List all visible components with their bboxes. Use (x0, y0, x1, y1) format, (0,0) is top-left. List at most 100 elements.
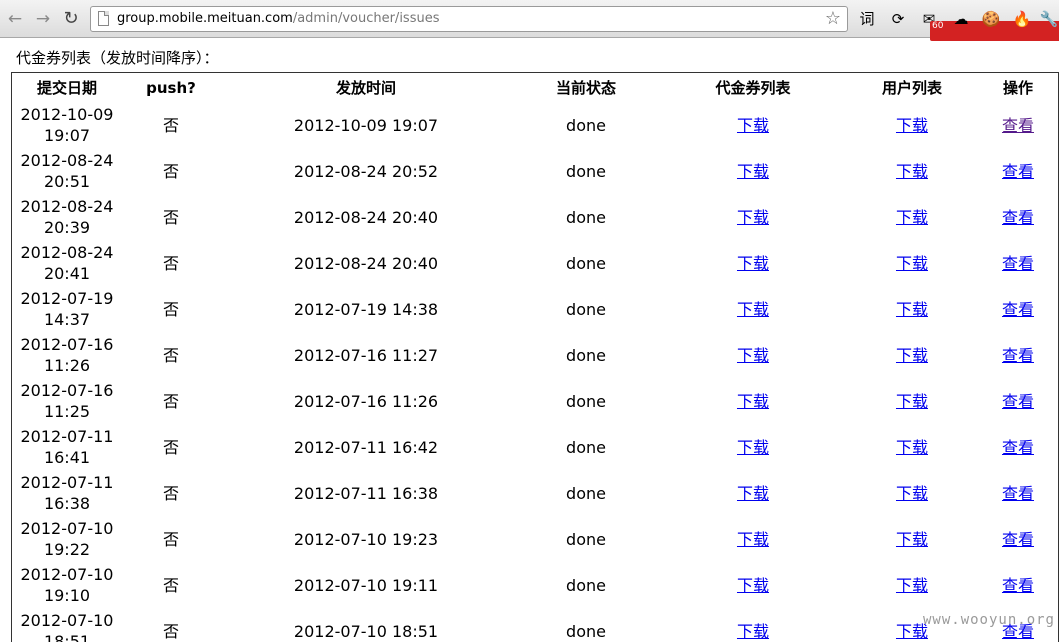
user-list-download-link[interactable]: 下载 (896, 484, 928, 503)
view-link[interactable]: 查看 (1002, 576, 1034, 595)
view-cell: 查看 (981, 424, 1055, 470)
table-row: 2012-08-2420:39否2012-08-24 20:40done下载下载… (15, 194, 1055, 240)
back-arrow-icon[interactable]: ← (4, 8, 26, 30)
voucher-list-download-link[interactable]: 下载 (737, 300, 769, 319)
url-text[interactable]: group.mobile.meituan.com/admin/voucher/i… (117, 11, 439, 26)
user-list-download-link[interactable]: 下载 (896, 116, 928, 135)
view-link[interactable]: 查看 (1002, 484, 1034, 503)
translate-ext-icon[interactable]: 词 (856, 8, 878, 30)
voucher-list-download-link[interactable]: 下载 (737, 392, 769, 411)
status-cell: done (509, 608, 663, 642)
status-cell: done (509, 332, 663, 378)
submit-date-cell: 2012-08-2420:41 (15, 240, 119, 286)
user-list-download-link[interactable]: 下载 (896, 162, 928, 181)
submit-date: 2012-07-10 (21, 611, 114, 630)
voucher-list-download-link[interactable]: 下载 (737, 438, 769, 457)
user-list-download-link[interactable]: 下载 (896, 438, 928, 457)
view-link[interactable]: 查看 (1002, 530, 1034, 549)
submit-time: 11:25 (44, 402, 90, 421)
view-link[interactable]: 查看 (1002, 162, 1034, 181)
submit-date: 2012-07-11 (21, 427, 114, 446)
submit-date-cell: 2012-07-1116:38 (15, 470, 119, 516)
column-header: 用户列表 (843, 73, 981, 102)
user-list-download-cell: 下载 (843, 194, 981, 240)
cookie-ext-icon[interactable]: 🍪 (980, 8, 1002, 30)
view-cell: 查看 (981, 332, 1055, 378)
status-cell: done (509, 562, 663, 608)
status-cell: done (509, 470, 663, 516)
user-list-download-link[interactable]: 下载 (896, 530, 928, 549)
submit-time: 19:10 (44, 586, 90, 605)
bookmark-star-icon[interactable]: ☆ (825, 8, 841, 29)
url-path: /admin/voucher/issues (293, 11, 440, 26)
voucher-list-download-cell: 下载 (663, 240, 843, 286)
submit-date: 2012-07-10 (21, 565, 114, 584)
view-link[interactable]: 查看 (1002, 208, 1034, 227)
voucher-list-download-link[interactable]: 下载 (737, 116, 769, 135)
submit-time: 19:22 (44, 540, 90, 559)
cloud-ext-icon[interactable]: ☁ (950, 8, 972, 30)
voucher-list-download-link[interactable]: 下载 (737, 530, 769, 549)
push-cell: 否 (119, 562, 223, 608)
user-list-download-link[interactable]: 下载 (896, 346, 928, 365)
user-list-download-link[interactable]: 下载 (896, 576, 928, 595)
table-header-row: 提交日期push?发放时间当前状态代金券列表用户列表操作 (15, 73, 1055, 102)
voucher-table: 提交日期push?发放时间当前状态代金券列表用户列表操作 2012-10-091… (15, 73, 1055, 642)
submit-time: 20:39 (44, 218, 90, 237)
voucher-list-download-link[interactable]: 下载 (737, 622, 769, 641)
view-link[interactable]: 查看 (1002, 254, 1034, 273)
status-cell: done (509, 378, 663, 424)
issue-time-cell: 2012-08-24 20:40 (223, 194, 509, 240)
voucher-list-download-cell: 下载 (663, 378, 843, 424)
view-link[interactable]: 查看 (1002, 438, 1034, 457)
sync-ext-icon[interactable]: ⟳ (887, 8, 909, 30)
forward-arrow-icon[interactable]: → (32, 8, 54, 30)
reload-icon[interactable]: ↻ (60, 8, 82, 30)
voucher-table-container: 提交日期push?发放时间当前状态代金券列表用户列表操作 2012-10-091… (11, 72, 1059, 642)
push-cell: 否 (119, 470, 223, 516)
voucher-list-download-cell: 下载 (663, 562, 843, 608)
address-bar[interactable]: group.mobile.meituan.com/admin/voucher/i… (90, 6, 848, 32)
push-cell: 否 (119, 332, 223, 378)
user-list-download-link[interactable]: 下载 (896, 300, 928, 319)
user-list-download-link[interactable]: 下载 (896, 208, 928, 227)
table-row: 2012-07-1019:22否2012-07-10 19:23done下载下载… (15, 516, 1055, 562)
submit-date: 2012-07-19 (21, 289, 114, 308)
user-list-download-cell: 下载 (843, 102, 981, 148)
voucher-list-download-link[interactable]: 下载 (737, 576, 769, 595)
view-cell: 查看 (981, 470, 1055, 516)
issue-time-cell: 2012-07-10 18:51 (223, 608, 509, 642)
flame-ext-icon[interactable]: 🔥 (1011, 8, 1033, 30)
user-list-download-cell: 下载 (843, 332, 981, 378)
submit-date-cell: 2012-07-1018:51 (15, 608, 119, 642)
voucher-list-download-cell: 下载 (663, 286, 843, 332)
view-cell: 查看 (981, 516, 1055, 562)
page-icon (98, 11, 109, 26)
user-list-download-cell: 下载 (843, 516, 981, 562)
voucher-list-download-link[interactable]: 下载 (737, 484, 769, 503)
voucher-list-download-link[interactable]: 下载 (737, 254, 769, 273)
table-row: 2012-08-2420:51否2012-08-24 20:52done下载下载… (15, 148, 1055, 194)
voucher-list-download-cell: 下载 (663, 470, 843, 516)
url-host: group.mobile.meituan.com (117, 11, 293, 26)
user-list-download-cell: 下载 (843, 424, 981, 470)
view-cell: 查看 (981, 562, 1055, 608)
push-cell: 否 (119, 424, 223, 470)
user-list-download-link[interactable]: 下载 (896, 392, 928, 411)
issue-time-cell: 2012-10-09 19:07 (223, 102, 509, 148)
view-link[interactable]: 查看 (1002, 300, 1034, 319)
voucher-list-download-link[interactable]: 下载 (737, 346, 769, 365)
page-heading: 代金券列表（发放时间降序）： (16, 47, 219, 68)
view-link[interactable]: 查看 (1002, 116, 1034, 135)
user-list-download-cell: 下载 (843, 378, 981, 424)
voucher-list-download-link[interactable]: 下载 (737, 208, 769, 227)
wrench-icon[interactable]: 🔧 (1038, 8, 1059, 30)
user-list-download-link[interactable]: 下载 (896, 254, 928, 273)
view-link[interactable]: 查看 (1002, 346, 1034, 365)
table-body: 2012-10-0919:07否2012-10-09 19:07done下载下载… (15, 102, 1055, 642)
voucher-list-download-link[interactable]: 下载 (737, 162, 769, 181)
submit-date-cell: 2012-07-1611:25 (15, 378, 119, 424)
view-link[interactable]: 查看 (1002, 392, 1034, 411)
voucher-list-download-cell: 下载 (663, 608, 843, 642)
push-cell: 否 (119, 148, 223, 194)
